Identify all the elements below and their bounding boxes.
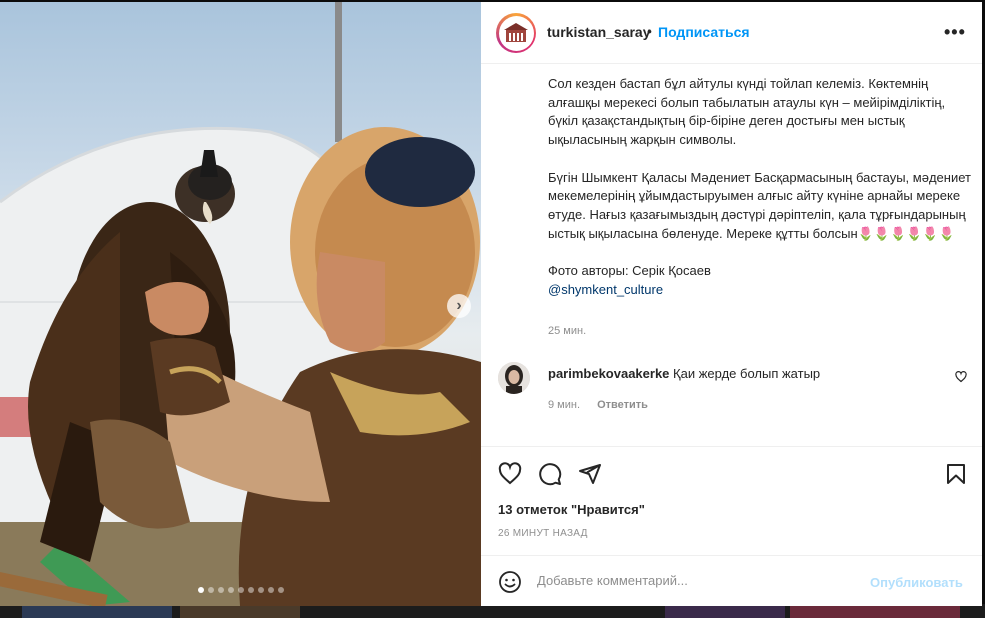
post-header: turkistan_saray • Подписаться ••• xyxy=(481,2,982,64)
post-side-panel: turkistan_saray • Подписаться ••• Сол ке… xyxy=(481,2,982,606)
background-thumbnail xyxy=(180,604,300,618)
comment-item: parimbekovaakerke Қаи жерде болып жатыр xyxy=(548,366,820,381)
chevron-right-icon: › xyxy=(456,297,462,314)
save-button[interactable] xyxy=(944,462,968,491)
author-username[interactable]: turkistan_saray xyxy=(547,24,651,40)
caption-paragraph: Бүгін Шымкент Қаласы Мәдениет Басқармасы… xyxy=(548,169,971,241)
comment-like-button[interactable] xyxy=(955,370,967,388)
post-photo[interactable]: › xyxy=(0,2,481,606)
comment-time[interactable]: 9 мин. xyxy=(548,399,580,411)
next-slide-button[interactable]: › xyxy=(447,294,471,318)
background-thumbnail xyxy=(790,604,960,618)
comment-meta: 9 мин. Ответить xyxy=(548,399,648,411)
carousel-dot xyxy=(277,587,284,593)
author-avatar[interactable] xyxy=(496,13,536,53)
building-logo-icon xyxy=(504,23,528,42)
like-button[interactable] xyxy=(498,462,522,491)
background-thumbnail xyxy=(665,604,785,618)
post-timestamp[interactable]: 26 МИНУТ НАЗАД xyxy=(498,528,588,539)
comment-composer: Опубликовать xyxy=(481,555,982,606)
carousel-dot xyxy=(247,587,254,593)
carousel-dot xyxy=(237,587,244,593)
carousel-dot xyxy=(227,587,234,593)
separator-dot: • xyxy=(647,23,652,39)
caption-timestamp[interactable]: 25 мин. xyxy=(548,325,586,337)
follow-button[interactable]: Подписаться xyxy=(658,24,750,40)
carousel-dot xyxy=(197,587,204,593)
background-feed-strip xyxy=(0,604,985,618)
carousel-dots xyxy=(0,587,481,593)
likes-count[interactable]: 13 отметок "Нравится" xyxy=(498,502,645,517)
comment-input[interactable] xyxy=(537,573,857,588)
photo-illustration xyxy=(0,2,481,606)
heart-icon xyxy=(955,371,967,383)
heart-icon xyxy=(498,462,522,485)
bookmark-icon xyxy=(947,464,965,484)
comment-button[interactable] xyxy=(538,462,562,491)
background-thumbnail xyxy=(22,604,172,618)
comment-text: Қаи жерде болып жатыр xyxy=(673,366,821,381)
commenter-username[interactable]: parimbekovaakerke xyxy=(548,366,669,381)
share-button[interactable] xyxy=(578,462,602,491)
publish-button[interactable]: Опубликовать xyxy=(870,575,963,590)
mention-link[interactable]: @shymkent_culture xyxy=(548,281,973,300)
more-options-button[interactable]: ••• xyxy=(944,22,966,43)
carousel-dot xyxy=(217,587,224,593)
carousel-dot xyxy=(267,587,274,593)
photo-credit: Фото авторы: Серік Қосаев xyxy=(548,263,711,278)
post-caption: Сол кезден бастап бұл айтулы күнді тойла… xyxy=(548,75,973,299)
carousel-dot xyxy=(207,587,214,593)
post-actions: 13 отметок "Нравится" 26 МИНУТ НАЗАД xyxy=(481,446,982,556)
reply-button[interactable]: Ответить xyxy=(597,399,648,411)
emoji-button[interactable] xyxy=(498,570,522,599)
carousel-dot xyxy=(257,587,264,593)
share-icon xyxy=(579,464,601,484)
comment-icon xyxy=(539,463,562,486)
avatar-image xyxy=(498,362,530,394)
more-icon: ••• xyxy=(944,22,966,42)
emoji-icon xyxy=(499,571,521,593)
caption-paragraph: Сол кезден бастап бұл айтулы күнді тойла… xyxy=(548,76,946,148)
commenter-avatar[interactable] xyxy=(498,362,530,394)
